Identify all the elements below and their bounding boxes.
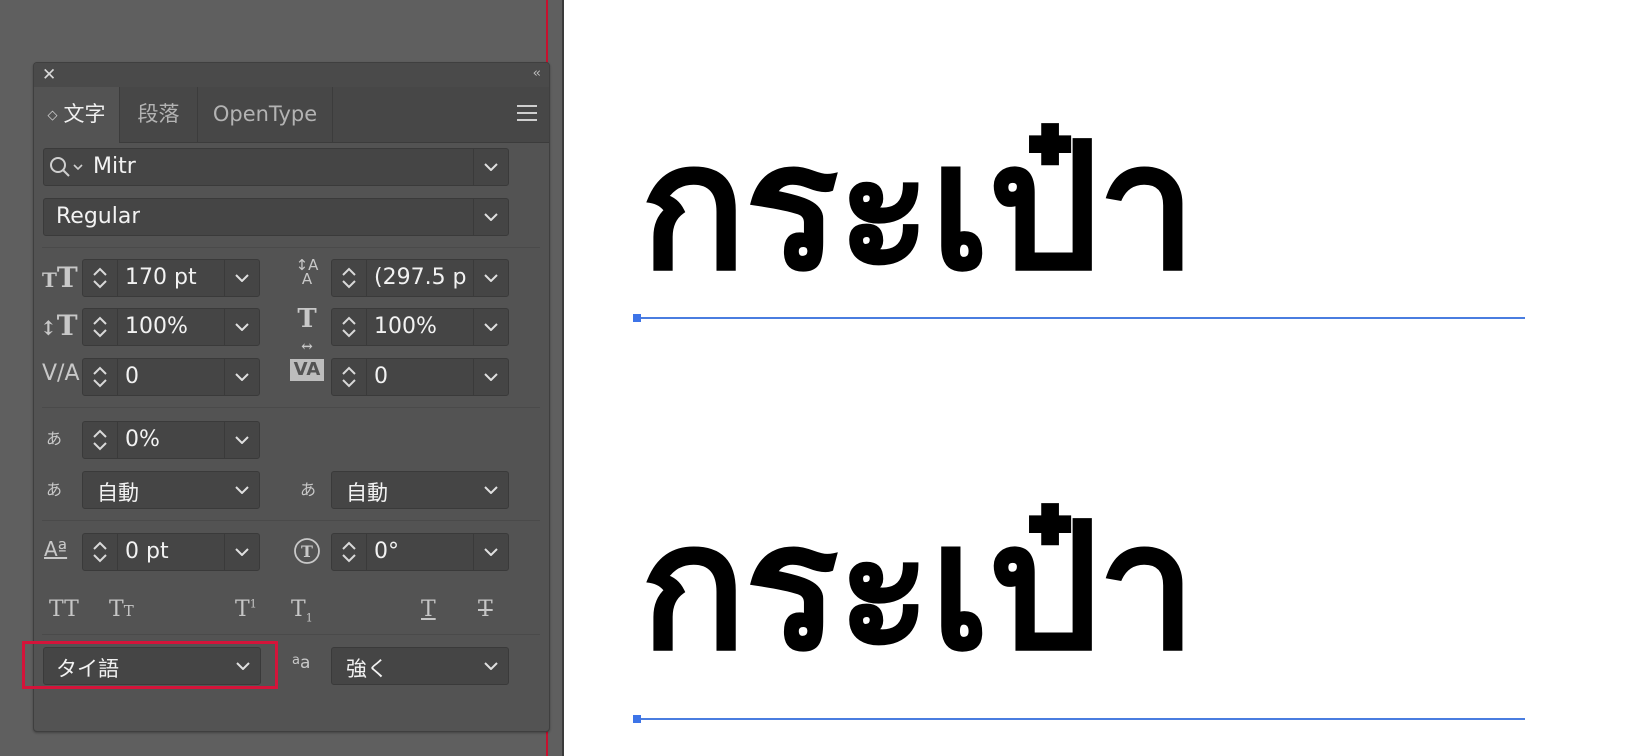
vertical-scale-icon: ↕T <box>40 309 78 342</box>
close-icon[interactable]: ✕ <box>42 65 56 85</box>
panel-menu-icon[interactable] <box>517 105 537 126</box>
kerning-stepper[interactable] <box>83 359 118 395</box>
subscript-icon[interactable]: T1 <box>291 597 313 624</box>
thai-text-bottom[interactable]: กระเป๋า <box>640 500 1196 676</box>
baseline-shift-icon: Aª <box>44 537 68 561</box>
antialiasing-icon: aa <box>292 653 311 673</box>
baseline-shift-field[interactable]: 0 pt <box>82 533 260 571</box>
tsume-icon: あ <box>46 429 63 448</box>
vertical-scale-stepper[interactable] <box>83 309 118 345</box>
font-size-icon: TT <box>42 261 78 294</box>
tab-paragraph-label: 段落 <box>137 102 180 126</box>
leading-dropdown[interactable] <box>473 260 508 296</box>
horizontal-scale-field[interactable]: 100% <box>331 308 509 346</box>
underline-icon[interactable]: T <box>421 597 436 622</box>
kerning-value: 0 <box>125 364 139 389</box>
horizontal-scale-dropdown[interactable] <box>473 309 508 345</box>
rotation-dropdown[interactable] <box>473 534 508 570</box>
tab-opentype[interactable]: OpenType <box>198 87 333 142</box>
character-panel: ✕ ‹‹ ◇ 文字 段落 OpenType Mitr Regular TT 170… <box>33 62 550 732</box>
vertical-scale-field[interactable]: 100% <box>82 308 260 346</box>
font-size-stepper[interactable] <box>83 260 118 296</box>
tsume-stepper[interactable] <box>83 422 118 458</box>
divider <box>42 634 540 635</box>
baseline-top <box>637 317 1525 319</box>
diamond-icon: ◇ <box>47 108 58 123</box>
baseline-shift-value: 0 pt <box>125 539 169 564</box>
tsume-value: 0% <box>125 427 160 452</box>
leading-field[interactable]: (297.5 p <box>331 259 509 297</box>
aki-after-dropdown[interactable] <box>474 472 508 508</box>
tracking-icon: VA <box>290 359 324 381</box>
search-icon[interactable] <box>48 155 88 179</box>
font-style-field[interactable]: Regular <box>43 198 509 236</box>
leading-stepper[interactable] <box>332 260 367 296</box>
panel-tabs: ◇ 文字 段落 OpenType <box>34 87 549 143</box>
divider <box>42 407 540 408</box>
baseline-shift-dropdown[interactable] <box>224 534 259 570</box>
horizontal-scale-icon: T ↔ <box>297 304 317 355</box>
font-family-dropdown[interactable] <box>473 149 508 185</box>
divider <box>42 520 540 521</box>
tab-opentype-label: OpenType <box>212 102 318 126</box>
tracking-dropdown[interactable] <box>473 359 508 395</box>
font-size-value: 170 pt <box>125 265 197 290</box>
font-style-value: Regular <box>56 204 141 229</box>
aki-before-icon: あ <box>46 480 63 499</box>
font-style-dropdown[interactable] <box>473 199 508 235</box>
panel-titlebar[interactable]: ✕ ‹‹ <box>34 63 549 88</box>
antialiasing-dropdown[interactable] <box>474 648 508 684</box>
aki-after-icon: あ <box>300 480 317 499</box>
text-anchor-bottom[interactable] <box>633 715 641 723</box>
tab-character-label: 文字 <box>63 102 106 126</box>
aki-after-field[interactable]: 自動 <box>331 471 509 509</box>
language-highlight-box <box>22 641 278 689</box>
tab-character[interactable]: ◇ 文字 <box>34 87 120 143</box>
font-family-field[interactable]: Mitr <box>43 148 509 186</box>
text-anchor-top[interactable] <box>633 314 641 322</box>
kerning-icon: V/A <box>42 361 80 386</box>
svg-text:T: T <box>301 542 313 561</box>
divider <box>42 247 540 248</box>
kerning-field[interactable]: 0 <box>82 358 260 396</box>
rotation-icon: T <box>292 536 322 566</box>
aki-before-value: 自動 <box>97 481 139 505</box>
leading-value: (297.5 p <box>374 265 467 290</box>
thai-text-top[interactable]: กระเป๋า <box>640 120 1196 296</box>
antialiasing-select[interactable]: 強く <box>331 647 509 685</box>
kerning-dropdown[interactable] <box>224 359 259 395</box>
strikethrough-icon[interactable]: T <box>478 597 493 622</box>
antialiasing-value: 強く <box>346 657 388 681</box>
vertical-scale-value: 100% <box>125 314 188 339</box>
tracking-value: 0 <box>374 364 388 389</box>
horizontal-scale-stepper[interactable] <box>332 309 367 345</box>
rotation-value: 0° <box>374 539 399 564</box>
aki-after-value: 自動 <box>346 481 388 505</box>
collapse-icon[interactable]: ‹‹ <box>533 66 542 81</box>
leading-icon: ↕A A <box>295 256 319 288</box>
canvas-edge <box>562 0 564 756</box>
all-caps-icon[interactable]: TT <box>49 597 79 622</box>
tracking-stepper[interactable] <box>332 359 367 395</box>
small-caps-icon[interactable]: TT <box>109 597 134 622</box>
baseline-shift-stepper[interactable] <box>83 534 118 570</box>
tsume-dropdown[interactable] <box>224 422 259 458</box>
aki-before-field[interactable]: 自動 <box>82 471 260 509</box>
font-family-value: Mitr <box>93 154 136 179</box>
tracking-field[interactable]: 0 <box>331 358 509 396</box>
rotation-stepper[interactable] <box>332 534 367 570</box>
font-size-dropdown[interactable] <box>224 260 259 296</box>
font-size-field[interactable]: 170 pt <box>82 259 260 297</box>
vertical-scale-dropdown[interactable] <box>224 309 259 345</box>
tab-paragraph[interactable]: 段落 <box>120 87 198 142</box>
baseline-bottom <box>637 718 1525 720</box>
horizontal-scale-value: 100% <box>374 314 437 339</box>
superscript-icon[interactable]: T1 <box>235 597 257 622</box>
aki-before-dropdown[interactable] <box>225 472 259 508</box>
rotation-field[interactable]: 0° <box>331 533 509 571</box>
tsume-field[interactable]: 0% <box>82 421 260 459</box>
